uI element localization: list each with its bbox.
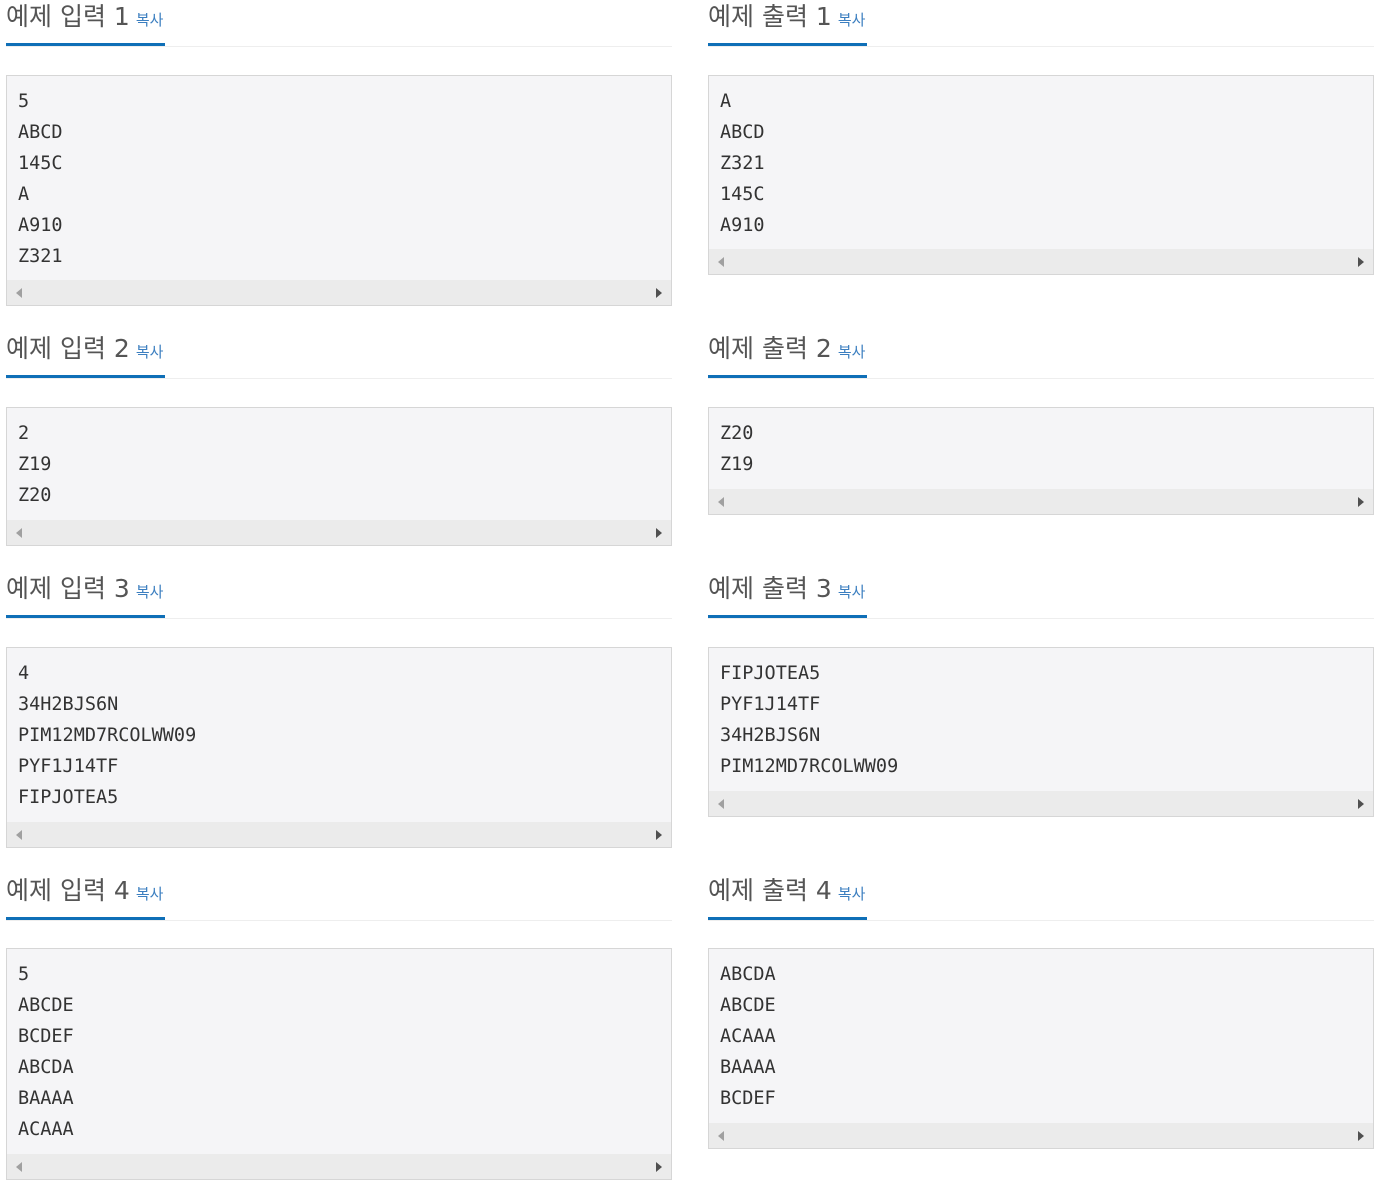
- copy-output-2-button[interactable]: 복사: [838, 343, 866, 361]
- sample-output-1-text: A ABCD Z321 145C A910: [720, 91, 765, 236]
- sample-output-1-box[interactable]: A ABCD Z321 145C A910: [708, 75, 1374, 275]
- sample-input-4-section: 예제 입력 4 복사: [6, 874, 672, 921]
- horizontal-scrollbar[interactable]: [709, 489, 1373, 514]
- sample-output-4-title-wrap: 예제 출력 4 복사: [708, 874, 868, 920]
- sample-input-1-text: 5 ABCD 145C A A910 Z321: [18, 91, 63, 267]
- scroll-left-arrow-icon[interactable]: [718, 497, 724, 507]
- sample-output-3-title-wrap: 예제 출력 3 복사: [708, 572, 868, 618]
- sample-input-2-headline: 예제 입력 2 복사: [6, 332, 672, 379]
- sample-input-2-title: 예제 입력 2: [6, 334, 130, 363]
- sample-output-2-title-wrap: 예제 출력 2 복사: [708, 332, 868, 378]
- sample-input-4-box[interactable]: 5 ABCDE BCDEF ABCDA BAAAA ACAAA: [6, 948, 672, 1180]
- sample-output-4-headline: 예제 출력 4 복사: [708, 874, 1374, 921]
- scroll-right-arrow-icon[interactable]: [1358, 1131, 1364, 1141]
- horizontal-scrollbar[interactable]: [7, 280, 671, 305]
- sample-input-1-section: 예제 입력 1 복사: [6, 0, 672, 47]
- horizontal-scrollbar[interactable]: [7, 1154, 671, 1179]
- sample-output-2-box[interactable]: Z20 Z19: [708, 407, 1374, 515]
- horizontal-scrollbar[interactable]: [7, 822, 671, 847]
- horizontal-scrollbar[interactable]: [709, 249, 1373, 274]
- scroll-right-arrow-icon[interactable]: [656, 830, 662, 840]
- horizontal-scrollbar[interactable]: [709, 791, 1373, 816]
- sample-input-3-text: 4 34H2BJS6N PIM12MD7RCOLWW09 PYF1J14TF F…: [18, 663, 197, 808]
- sample-input-2-section: 예제 입력 2 복사: [6, 332, 672, 379]
- sample-output-4-text: ABCDA ABCDE ACAAA BAAAA BCDEF: [720, 964, 776, 1109]
- scroll-right-arrow-icon[interactable]: [1358, 257, 1364, 267]
- scroll-left-arrow-icon[interactable]: [16, 528, 22, 538]
- sample-input-2-box[interactable]: 2 Z19 Z20: [6, 407, 672, 546]
- sample-input-3-title: 예제 입력 3: [6, 574, 130, 603]
- sample-output-3-section: 예제 출력 3 복사: [708, 572, 1374, 619]
- sample-input-4-headline: 예제 입력 4 복사: [6, 874, 672, 921]
- sample-output-4-title: 예제 출력 4: [708, 876, 832, 905]
- scroll-left-arrow-icon[interactable]: [16, 1162, 22, 1172]
- sample-input-1-title-wrap: 예제 입력 1 복사: [6, 0, 166, 46]
- sample-input-4-title: 예제 입력 4: [6, 876, 130, 905]
- sample-output-1-headline: 예제 출력 1 복사: [708, 0, 1374, 47]
- sample-output-4-section: 예제 출력 4 복사: [708, 874, 1374, 921]
- sample-output-3-text: FIPJOTEA5 PYF1J14TF 34H2BJS6N PIM12MD7RC…: [720, 663, 899, 777]
- sample-output-3-box[interactable]: FIPJOTEA5 PYF1J14TF 34H2BJS6N PIM12MD7RC…: [708, 647, 1374, 817]
- sample-input-3-box[interactable]: 4 34H2BJS6N PIM12MD7RCOLWW09 PYF1J14TF F…: [6, 647, 672, 848]
- sample-output-3-headline: 예제 출력 3 복사: [708, 572, 1374, 619]
- sample-input-4-title-wrap: 예제 입력 4 복사: [6, 874, 166, 920]
- sample-input-3-title-wrap: 예제 입력 3 복사: [6, 572, 166, 618]
- horizontal-scrollbar[interactable]: [709, 1123, 1373, 1148]
- scroll-right-arrow-icon[interactable]: [656, 528, 662, 538]
- sample-output-2-title: 예제 출력 2: [708, 334, 832, 363]
- sample-input-3-headline: 예제 입력 3 복사: [6, 572, 672, 619]
- copy-input-2-button[interactable]: 복사: [136, 343, 164, 361]
- scroll-left-arrow-icon[interactable]: [16, 830, 22, 840]
- sample-output-2-text: Z20 Z19: [720, 423, 754, 475]
- sample-input-3-section: 예제 입력 3 복사: [6, 572, 672, 619]
- sample-input-2-title-wrap: 예제 입력 2 복사: [6, 332, 166, 378]
- sample-input-1-box[interactable]: 5 ABCD 145C A A910 Z321: [6, 75, 672, 306]
- scroll-right-arrow-icon[interactable]: [1358, 799, 1364, 809]
- copy-input-1-button[interactable]: 복사: [136, 11, 164, 29]
- scroll-left-arrow-icon[interactable]: [718, 799, 724, 809]
- sample-output-1-section: 예제 출력 1 복사: [708, 0, 1374, 47]
- sample-output-1-title: 예제 출력 1: [708, 2, 832, 31]
- scroll-left-arrow-icon[interactable]: [16, 288, 22, 298]
- horizontal-scrollbar[interactable]: [7, 520, 671, 545]
- sample-output-2-headline: 예제 출력 2 복사: [708, 332, 1374, 379]
- sample-input-2-text: 2 Z19 Z20: [18, 423, 52, 506]
- copy-input-3-button[interactable]: 복사: [136, 583, 164, 601]
- scroll-left-arrow-icon[interactable]: [718, 1131, 724, 1141]
- scroll-right-arrow-icon[interactable]: [656, 288, 662, 298]
- scroll-right-arrow-icon[interactable]: [1358, 497, 1364, 507]
- sample-output-4-box[interactable]: ABCDA ABCDE ACAAA BAAAA BCDEF: [708, 948, 1374, 1149]
- copy-input-4-button[interactable]: 복사: [136, 885, 164, 903]
- sample-output-3-title: 예제 출력 3: [708, 574, 832, 603]
- copy-output-1-button[interactable]: 복사: [838, 11, 866, 29]
- sample-input-4-text: 5 ABCDE BCDEF ABCDA BAAAA ACAAA: [18, 964, 74, 1140]
- sample-input-1-title: 예제 입력 1: [6, 2, 130, 31]
- sample-input-1-headline: 예제 입력 1 복사: [6, 0, 672, 47]
- copy-output-3-button[interactable]: 복사: [838, 583, 866, 601]
- scroll-left-arrow-icon[interactable]: [718, 257, 724, 267]
- scroll-right-arrow-icon[interactable]: [656, 1162, 662, 1172]
- sample-output-2-section: 예제 출력 2 복사: [708, 332, 1374, 379]
- copy-output-4-button[interactable]: 복사: [838, 885, 866, 903]
- sample-output-1-title-wrap: 예제 출력 1 복사: [708, 0, 868, 46]
